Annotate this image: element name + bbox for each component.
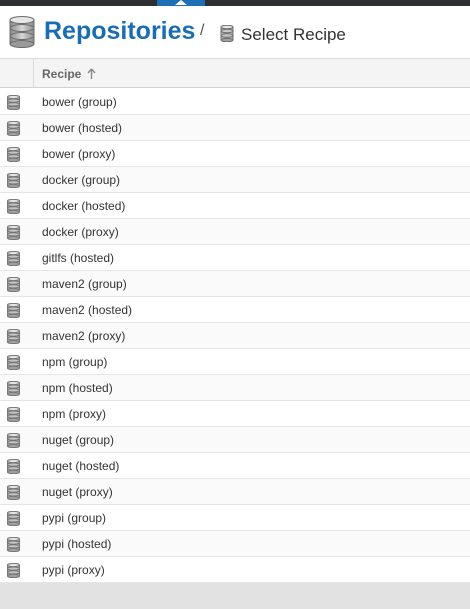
icon-column-header — [0, 59, 34, 88]
recipe-row[interactable]: npm (hosted) — [0, 375, 470, 401]
database-icon — [7, 536, 20, 553]
recipe-label: maven2 (proxy) — [42, 329, 126, 343]
database-icon — [7, 172, 20, 189]
recipe-label: npm (hosted) — [42, 381, 113, 395]
recipe-label: gitlfs (hosted) — [42, 251, 115, 265]
recipe-row[interactable]: bower (hosted) — [0, 115, 470, 141]
recipe-label: pypi (proxy) — [42, 563, 105, 577]
database-icon — [7, 432, 20, 449]
database-icon — [7, 354, 20, 371]
recipe-label: npm (proxy) — [42, 407, 107, 421]
arrow-up-icon — [87, 68, 96, 79]
recipe-label: bower (group) — [42, 95, 117, 109]
breadcrumb-separator: / — [200, 22, 205, 39]
recipe-row[interactable]: docker (hosted) — [0, 193, 470, 219]
recipe-row[interactable]: bower (group) — [0, 89, 470, 115]
recipe-row[interactable]: maven2 (hosted) — [0, 297, 470, 323]
recipe-row[interactable]: docker (proxy) — [0, 219, 470, 245]
recipe-label: nuget (group) — [42, 433, 115, 447]
database-icon — [7, 224, 20, 241]
breadcrumb-repositories-link[interactable]: Repositories — [44, 17, 195, 46]
recipe-label: nuget (proxy) — [42, 485, 113, 499]
recipe-row[interactable]: pypi (hosted) — [0, 531, 470, 557]
recipe-row[interactable]: npm (proxy) — [0, 401, 470, 427]
database-icon — [7, 146, 20, 163]
database-icon — [7, 276, 20, 293]
database-icon — [7, 458, 20, 475]
recipe-row[interactable]: maven2 (proxy) — [0, 323, 470, 349]
database-icon — [7, 406, 20, 423]
recipe-row[interactable]: pypi (group) — [0, 505, 470, 531]
recipe-column-header[interactable]: Recipe — [42, 67, 81, 81]
recipe-list: bower (group) bower (hosted) bower (proxy)… — [0, 89, 470, 609]
recipe-row[interactable]: pypi (proxy) — [0, 557, 470, 583]
database-icon — [7, 328, 20, 345]
recipe-row[interactable]: nuget (hosted) — [0, 453, 470, 479]
page-header: Repositories / Select Recipe — [0, 6, 470, 58]
recipe-row[interactable]: nuget (proxy) — [0, 479, 470, 505]
database-icon — [7, 120, 20, 137]
recipe-label: pypi (hosted) — [42, 537, 112, 551]
recipe-label: pypi (group) — [42, 511, 107, 525]
grid-header: Recipe — [0, 58, 470, 88]
database-icon — [7, 510, 20, 527]
recipe-row[interactable]: nuget (group) — [0, 427, 470, 453]
recipe-label: npm (group) — [42, 355, 108, 369]
recipe-row-partial[interactable] — [0, 583, 470, 609]
recipe-label: bower (hosted) — [42, 121, 123, 135]
database-icon — [7, 94, 20, 111]
database-icon — [7, 250, 20, 267]
database-icon — [7, 562, 20, 579]
recipe-row[interactable]: docker (group) — [0, 167, 470, 193]
recipe-label: maven2 (hosted) — [42, 303, 133, 317]
database-icon — [9, 16, 35, 48]
database-icon — [220, 25, 234, 42]
recipe-label: docker (group) — [42, 173, 121, 187]
recipe-row[interactable]: maven2 (group) — [0, 271, 470, 297]
recipe-row[interactable]: bower (proxy) — [0, 141, 470, 167]
database-icon — [7, 484, 20, 501]
recipe-row[interactable]: gitlfs (hosted) — [0, 245, 470, 271]
recipe-label: bower (proxy) — [42, 147, 116, 161]
recipe-row[interactable]: npm (group) — [0, 349, 470, 375]
database-icon — [7, 302, 20, 319]
database-icon — [7, 380, 20, 397]
recipe-label: nuget (hosted) — [42, 459, 120, 473]
recipe-label: docker (proxy) — [42, 225, 119, 239]
recipe-label: maven2 (group) — [42, 277, 127, 291]
recipe-label: docker (hosted) — [42, 199, 126, 213]
database-icon — [7, 198, 20, 215]
breadcrumb-current-page: Select Recipe — [241, 25, 346, 44]
